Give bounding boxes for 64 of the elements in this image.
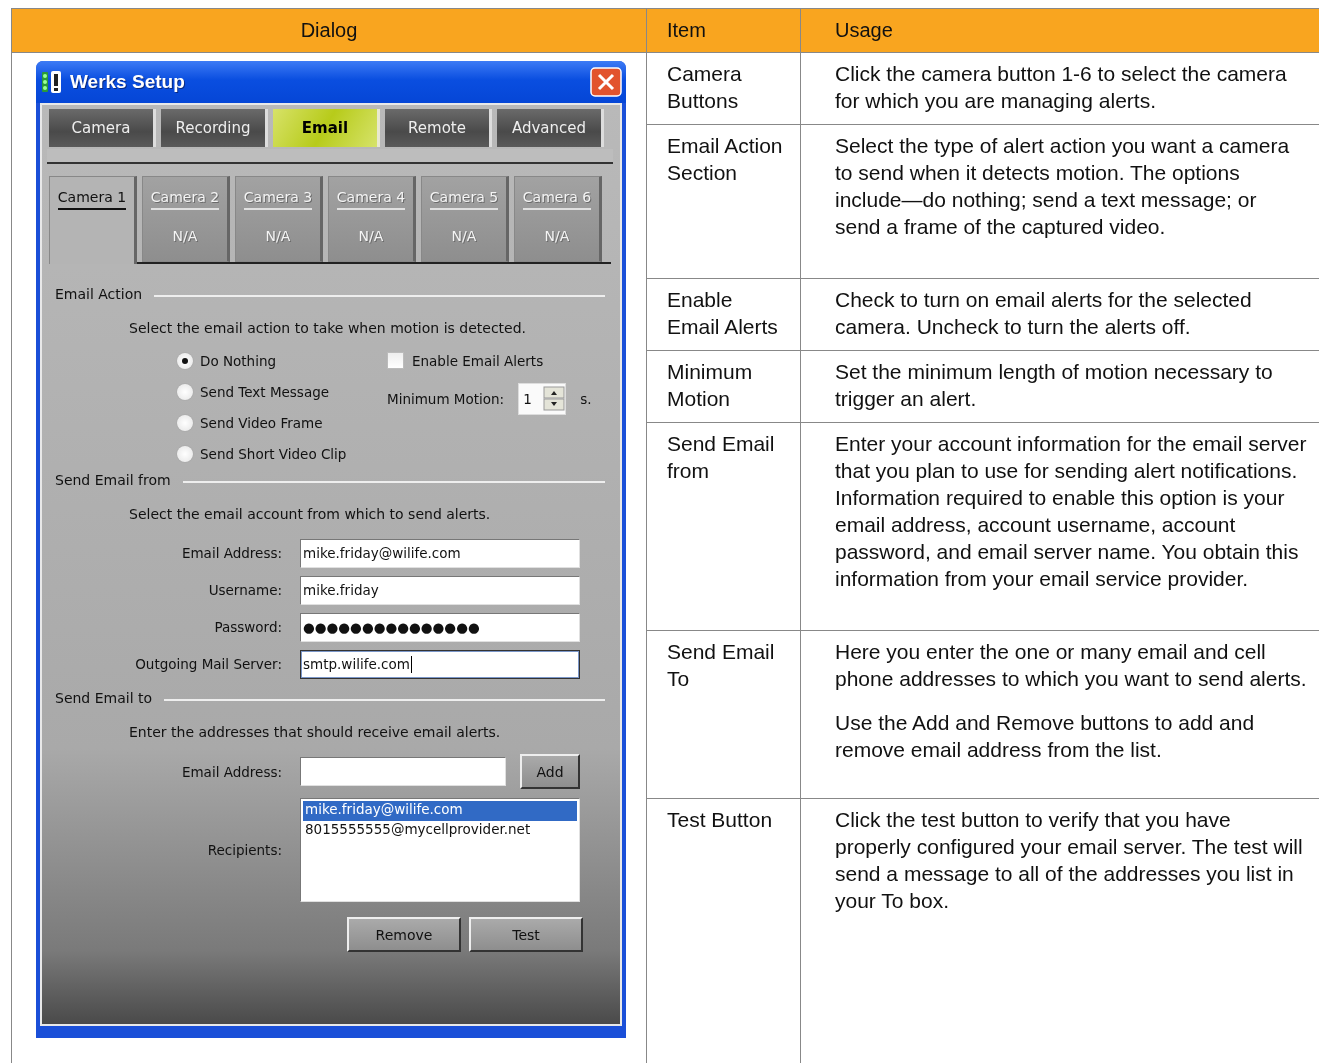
table-cell: Minimum Motion [647,351,801,423]
input-field[interactable]: ●●●●●●●●●●●●●●● [300,612,580,642]
spin-arrows-icon[interactable] [543,386,566,412]
field-label: Email Address: [180,763,283,780]
field-label: Recipients: [206,842,283,858]
radio-button[interactable] [177,352,193,369]
usage-text: Enter your account information for the email server that you plan to use for sending alert notifications. Information required to enable this option is your email address, account username, account password, and email server name. You obtain this information from your email service provider. [835,431,1307,592]
column-header: Usage [801,9,1319,53]
spin-box[interactable]: 1 [518,383,567,415]
radio-button[interactable] [177,383,193,400]
camera-tab[interactable]: Camera 1 [49,176,137,264]
usage-text: Here you enter the one or many email and cell phone addresses to which you want to send alerts. [835,639,1307,692]
unit-label: s. [580,391,592,407]
table-cell: Enable Email Alerts [647,279,801,351]
tab[interactable]: Camera [49,109,156,147]
window-title: Werks Setup [70,71,186,93]
column-header: Item [647,9,801,53]
dialog-button[interactable]: Test [469,917,583,952]
dialog-button[interactable]: Remove [347,917,461,952]
radio-button[interactable] [177,445,193,462]
instruction-text: Select the email action to take when motion is detected. [129,320,528,336]
input-field[interactable]: smtp.wilife.com [300,649,580,679]
field-label: Password: [213,619,283,635]
option-label: Send Text Message [200,383,330,400]
checkbox[interactable] [387,352,404,369]
table-cell: Test Button [647,799,801,1063]
list-item[interactable]: mike.friday@wilife.com [303,801,577,821]
tab[interactable]: Recording [161,109,268,147]
checkbox-label: Enable Email Alerts [412,352,544,369]
option-label: Send Video Frame [200,414,323,431]
field-label: Minimum Motion: [387,391,505,407]
app-icon [42,70,64,94]
close-icon[interactable] [590,67,622,97]
input-field[interactable] [300,757,506,786]
usage-text: Use the Add and Remove buttons to add and remove email address from the list. [835,710,1256,763]
option-label: Do Nothing [200,352,277,369]
field-label: Username: [207,582,283,598]
field-label: Outgoing Mail Server: [134,656,283,672]
radio-button[interactable] [177,414,193,431]
usage-text: Check to turn on email alerts for the selected camera. Uncheck to turn the alerts off. [835,287,1253,340]
table-cell: Email Action Section [647,125,801,279]
table-cell: Send Email To [647,631,801,799]
usage-text: Set the minimum length of motion necessary to trigger an alert. [835,359,1274,412]
section-heading: Send Email from [55,472,171,488]
column-header: Dialog [12,9,647,53]
table-cell: Send Email from [647,423,801,631]
option-label: Send Short Video Clip [200,445,347,462]
tab[interactable]: Email [273,109,380,147]
usage-text: Select the type of alert action you want a camera to send when it detects motion. The options include—do nothing; send a text message; or send a frame of the captured video. [835,133,1291,240]
input-field[interactable]: mike.friday@wilife.com [300,538,580,568]
input-field[interactable]: mike.friday [300,575,580,605]
usage-text: Click the test button to verify that you have properly configured your email server. The test will send a message to all of the addresses you list in your To box. [835,807,1304,914]
instruction-text: Enter the addresses that should receive email alerts. [129,724,502,740]
add-button[interactable]: Add [520,754,580,789]
usage-text: Click the camera button 1-6 to select the camera for which you are managing alerts. [835,61,1288,114]
list-item[interactable]: 8015555555@mycellprovider.net [303,821,577,841]
tab[interactable]: Advanced [497,109,604,147]
table-cell: Camera Buttons [647,53,801,125]
recipients-list[interactable]: mike.friday@wilife.com 8015555555@mycellprovider.net [300,798,580,902]
section-heading: Email Action [55,286,143,302]
section-heading: Send Email to [55,690,153,706]
tab[interactable]: Remote [385,109,492,147]
instruction-text: Select the email account from which to send alerts. [129,506,492,522]
field-label: Email Address: [180,545,283,561]
